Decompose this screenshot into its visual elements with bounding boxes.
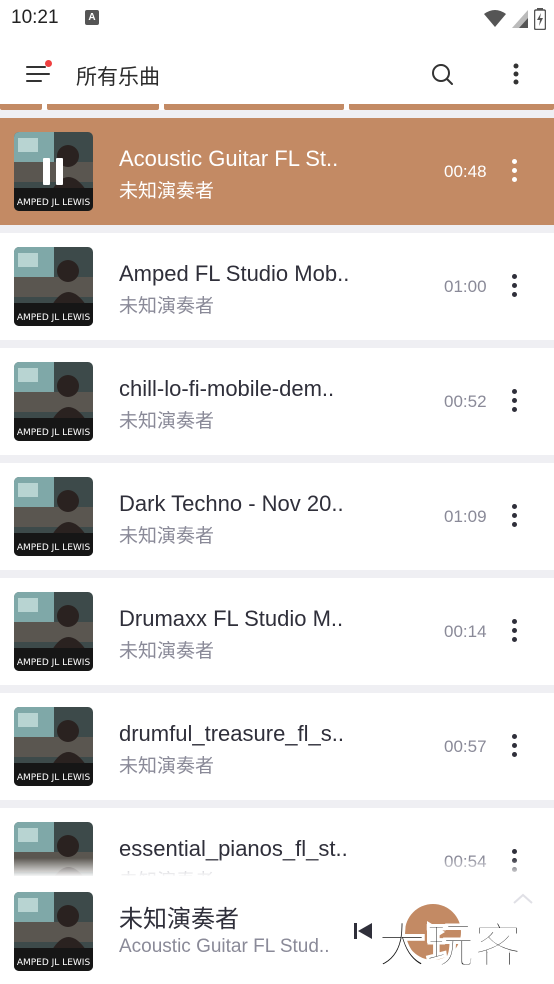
song-more-button[interactable] bbox=[504, 271, 524, 301]
pause-icon[interactable] bbox=[41, 158, 65, 185]
list-fade bbox=[0, 858, 554, 876]
watermark-logo: 大玩客 bbox=[377, 912, 546, 975]
song-more-button[interactable] bbox=[504, 616, 524, 646]
svg-text:大玩客: 大玩客 bbox=[378, 918, 522, 974]
search-icon bbox=[432, 64, 453, 85]
song-duration: 01:00 bbox=[444, 277, 487, 296]
status-time: 10:21 bbox=[11, 7, 59, 28]
svg-text:AMPED JL LEWIS: AMPED JL LEWIS bbox=[17, 428, 91, 438]
svg-text:AMPED JL LEWIS: AMPED JL LEWIS bbox=[17, 543, 91, 553]
app-bar: 所有乐曲 bbox=[0, 40, 554, 106]
mini-player[interactable]: AMPED JL LEWIS 未知演奏者 Acoustic Guitar FL … bbox=[0, 876, 554, 984]
more-vertical-icon bbox=[513, 63, 519, 85]
search-button[interactable] bbox=[429, 61, 457, 89]
svg-text:AMPED JL LEWIS: AMPED JL LEWIS bbox=[17, 958, 91, 968]
album-cover: AMPED JL LEWIS bbox=[14, 592, 93, 671]
song-title: Acoustic Guitar FL St.. bbox=[119, 146, 339, 171]
previous-button[interactable] bbox=[352, 920, 374, 942]
chevron-up-icon bbox=[513, 893, 533, 904]
wifi-icon bbox=[484, 10, 506, 27]
svg-text:AMPED JL LEWIS: AMPED JL LEWIS bbox=[17, 313, 91, 323]
menu-button[interactable] bbox=[24, 60, 52, 88]
song-artist: 未知演奏者 bbox=[119, 525, 215, 547]
svg-text:AMPED JL LEWIS: AMPED JL LEWIS bbox=[17, 658, 91, 668]
skip-previous-icon bbox=[354, 923, 372, 939]
battery-icon bbox=[534, 8, 546, 30]
status-bar: 10:21 A bbox=[0, 0, 554, 40]
notification-dot bbox=[45, 60, 52, 67]
song-duration: 00:52 bbox=[444, 392, 487, 411]
song-title: Dark Techno - Nov 20.. bbox=[119, 491, 344, 516]
song-row[interactable]: AMPED JL LEWIS Dark Techno - Nov 20.. 未知… bbox=[0, 463, 554, 570]
album-cover: AMPED JL LEWIS bbox=[14, 362, 93, 441]
notification-icon: A bbox=[85, 10, 99, 25]
song-artist: 未知演奏者 bbox=[119, 295, 215, 317]
song-duration: 00:14 bbox=[444, 622, 487, 641]
song-artist: 未知演奏者 bbox=[119, 410, 215, 432]
svg-text:AMPED JL LEWIS: AMPED JL LEWIS bbox=[17, 773, 91, 783]
song-more-button[interactable] bbox=[504, 501, 524, 531]
song-artist: 未知演奏者 bbox=[119, 180, 215, 202]
album-cover: AMPED JL LEWIS bbox=[14, 477, 93, 556]
mini-player-title: Acoustic Guitar FL Stud.. bbox=[119, 936, 330, 957]
mini-player-artist: 未知演奏者 bbox=[119, 905, 239, 933]
status-icons bbox=[484, 8, 546, 30]
page-title: 所有乐曲 bbox=[76, 65, 160, 89]
collapse-button[interactable] bbox=[512, 890, 534, 904]
song-title: Amped FL Studio Mob.. bbox=[119, 261, 350, 286]
svg-text:AMPED JL LEWIS: AMPED JL LEWIS bbox=[17, 198, 91, 208]
song-duration: 01:09 bbox=[444, 507, 487, 526]
signal-icon bbox=[512, 10, 528, 28]
song-artist: 未知演奏者 bbox=[119, 640, 215, 662]
song-duration: 00:48 bbox=[444, 162, 487, 181]
song-list[interactable]: AMPED JL LEWIS Acoustic Guitar FL St.. 未… bbox=[0, 110, 554, 876]
song-more-button[interactable] bbox=[504, 156, 524, 186]
song-row[interactable]: AMPED JL LEWIS drumful_treasure_fl_s.. 未… bbox=[0, 693, 554, 800]
more-options-button[interactable] bbox=[502, 60, 530, 88]
album-cover: AMPED JL LEWIS bbox=[14, 892, 93, 971]
song-more-button[interactable] bbox=[504, 386, 524, 416]
album-cover: AMPED JL LEWIS bbox=[14, 707, 93, 786]
song-row[interactable]: AMPED JL LEWIS chill-lo-fi-mobile-dem.. … bbox=[0, 348, 554, 455]
song-row[interactable]: AMPED JL LEWIS Acoustic Guitar FL St.. 未… bbox=[0, 118, 554, 225]
song-title: drumful_treasure_fl_s.. bbox=[119, 721, 344, 746]
album-cover: AMPED JL LEWIS bbox=[14, 247, 93, 326]
song-artist: 未知演奏者 bbox=[119, 755, 215, 777]
song-title: chill-lo-fi-mobile-dem.. bbox=[119, 376, 335, 401]
song-duration: 00:57 bbox=[444, 737, 487, 756]
song-more-button[interactable] bbox=[504, 731, 524, 761]
song-row[interactable]: AMPED JL LEWIS Amped FL Studio Mob.. 未知演… bbox=[0, 233, 554, 340]
song-row[interactable]: AMPED JL LEWIS Drumaxx FL Studio M.. 未知演… bbox=[0, 578, 554, 685]
song-title: Drumaxx FL Studio M.. bbox=[119, 606, 344, 631]
